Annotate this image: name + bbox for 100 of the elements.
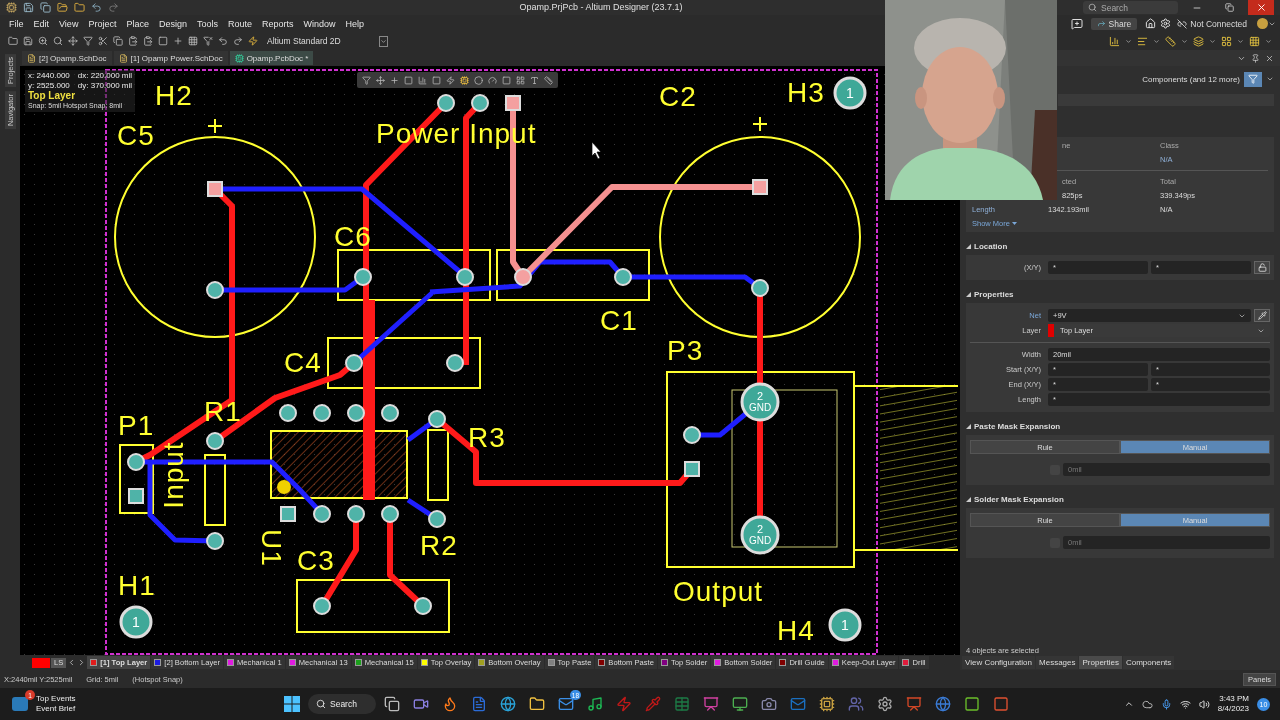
layout-icon[interactable] (1221, 35, 1232, 47)
menu-item[interactable]: Window (298, 18, 341, 29)
collapse-icon[interactable] (966, 424, 971, 429)
menu-item[interactable]: View (54, 18, 84, 29)
select-icon[interactable] (158, 36, 168, 46)
caret-icon[interactable] (1266, 75, 1274, 83)
start-button[interactable] (282, 694, 302, 714)
monitor-icon[interactable] (732, 696, 748, 712)
panel-tab[interactable]: View Configuration (962, 656, 1035, 669)
caret-icon[interactable] (1181, 37, 1188, 45)
open-icon[interactable] (57, 2, 68, 13)
menu-item[interactable]: File (4, 18, 29, 29)
grid-icon[interactable] (1249, 35, 1260, 47)
text-tool-icon[interactable] (530, 75, 539, 85)
mail-icon[interactable] (790, 696, 806, 712)
collapse-icon[interactable] (966, 292, 971, 297)
route-icon[interactable] (446, 75, 455, 85)
network-icon[interactable] (1179, 698, 1191, 710)
move-icon[interactable] (68, 36, 78, 46)
video-icon[interactable] (413, 696, 429, 712)
document-tab[interactable]: [1] Opamp Power.SchDoc (113, 51, 228, 65)
menu-item[interactable]: Help (340, 18, 370, 29)
paste-icon[interactable] (143, 36, 153, 46)
microphone-icon[interactable] (1160, 698, 1172, 710)
clear-filter-icon[interactable] (203, 36, 213, 46)
pick-button[interactable] (1254, 309, 1270, 322)
mail-icon[interactable] (558, 696, 574, 712)
paste-icon[interactable] (128, 36, 138, 46)
avatar[interactable] (1257, 18, 1268, 29)
view-mode-dropdown[interactable]: Altium Standard 2D (267, 35, 388, 47)
music-icon[interactable] (587, 696, 603, 712)
home-icon[interactable] (1145, 18, 1157, 29)
folder-icon[interactable] (8, 36, 18, 46)
folder-icon[interactable] (529, 696, 545, 712)
menu-item[interactable]: Tools (191, 18, 223, 29)
presentation-icon[interactable] (703, 696, 719, 712)
redo-icon[interactable] (108, 2, 119, 13)
menu-item[interactable]: Place (121, 18, 154, 29)
search-icon[interactable] (53, 36, 63, 46)
filter-button[interactable] (1244, 71, 1262, 87)
chip-icon[interactable] (460, 75, 469, 85)
undo-icon[interactable] (91, 2, 102, 13)
lightning-icon[interactable] (248, 36, 258, 46)
menu-item[interactable]: Project (83, 18, 122, 29)
chart-icon[interactable] (1109, 35, 1120, 47)
menu-item[interactable]: Reports (257, 18, 299, 29)
caret-icon[interactable] (1265, 37, 1272, 45)
feedback-icon[interactable] (1070, 17, 1083, 30)
panel-tab[interactable]: Properties (1079, 656, 1122, 669)
share-button[interactable]: Share (1090, 17, 1138, 30)
panel-tab[interactable]: Components (1122, 656, 1175, 669)
document-icon[interactable] (471, 696, 487, 712)
menu-item[interactable]: Design (153, 18, 192, 29)
rectangle-icon[interactable] (404, 75, 413, 85)
ruler-icon[interactable] (1165, 35, 1176, 47)
line-icon[interactable] (544, 75, 553, 85)
via-icon[interactable] (474, 75, 483, 85)
cloud-icon[interactable] (1141, 698, 1153, 710)
close-button[interactable] (1248, 0, 1274, 15)
redo-icon[interactable] (233, 36, 243, 46)
search-field[interactable] (1058, 94, 1274, 106)
volume-icon[interactable] (1198, 698, 1210, 710)
flame-icon[interactable] (442, 696, 458, 712)
plus-icon[interactable] (390, 75, 399, 85)
task-view-icon[interactable] (384, 696, 400, 712)
zoom-icon[interactable] (38, 36, 48, 46)
region-icon[interactable] (502, 75, 511, 85)
filter-icon[interactable] (83, 36, 93, 46)
settings-icon[interactable] (877, 696, 893, 712)
search-field[interactable]: Search (1083, 1, 1178, 14)
save-icon[interactable] (23, 2, 34, 13)
square-icon[interactable] (993, 696, 1009, 712)
cut-icon[interactable] (98, 36, 108, 46)
close-icon[interactable] (1265, 53, 1274, 63)
collapse-icon[interactable] (966, 497, 971, 502)
caret-icon[interactable] (1125, 37, 1132, 45)
caret-icon[interactable] (1237, 37, 1244, 45)
cross-icon[interactable] (173, 36, 183, 46)
panel-tab[interactable]: Messages (1036, 656, 1079, 669)
save-icon[interactable] (23, 36, 33, 46)
save-all-icon[interactable] (40, 2, 51, 13)
undo-icon[interactable] (218, 36, 228, 46)
chip-icon[interactable] (819, 696, 835, 712)
people-icon[interactable] (848, 696, 864, 712)
tray-overflow-icon[interactable] (1123, 699, 1134, 709)
camera-icon[interactable] (761, 696, 777, 712)
spreadsheet-icon[interactable] (674, 696, 690, 712)
copy-icon[interactable] (113, 36, 123, 46)
align-icon[interactable] (1137, 35, 1148, 47)
document-tab[interactable]: [2] Opamp.SchDoc (22, 51, 112, 65)
chart-icon[interactable] (418, 75, 427, 85)
caret-icon[interactable] (1153, 37, 1160, 45)
menu-item[interactable]: Route (222, 18, 257, 29)
menu-item[interactable]: Edit (28, 18, 55, 29)
globe-icon[interactable] (935, 696, 951, 712)
gauge-icon[interactable] (488, 75, 497, 85)
presentation-icon[interactable] (906, 696, 922, 712)
document-tab[interactable]: Opamp.PcbDoc * (229, 51, 314, 65)
globe-icon[interactable] (500, 696, 516, 712)
pin-icon[interactable] (1251, 53, 1260, 63)
